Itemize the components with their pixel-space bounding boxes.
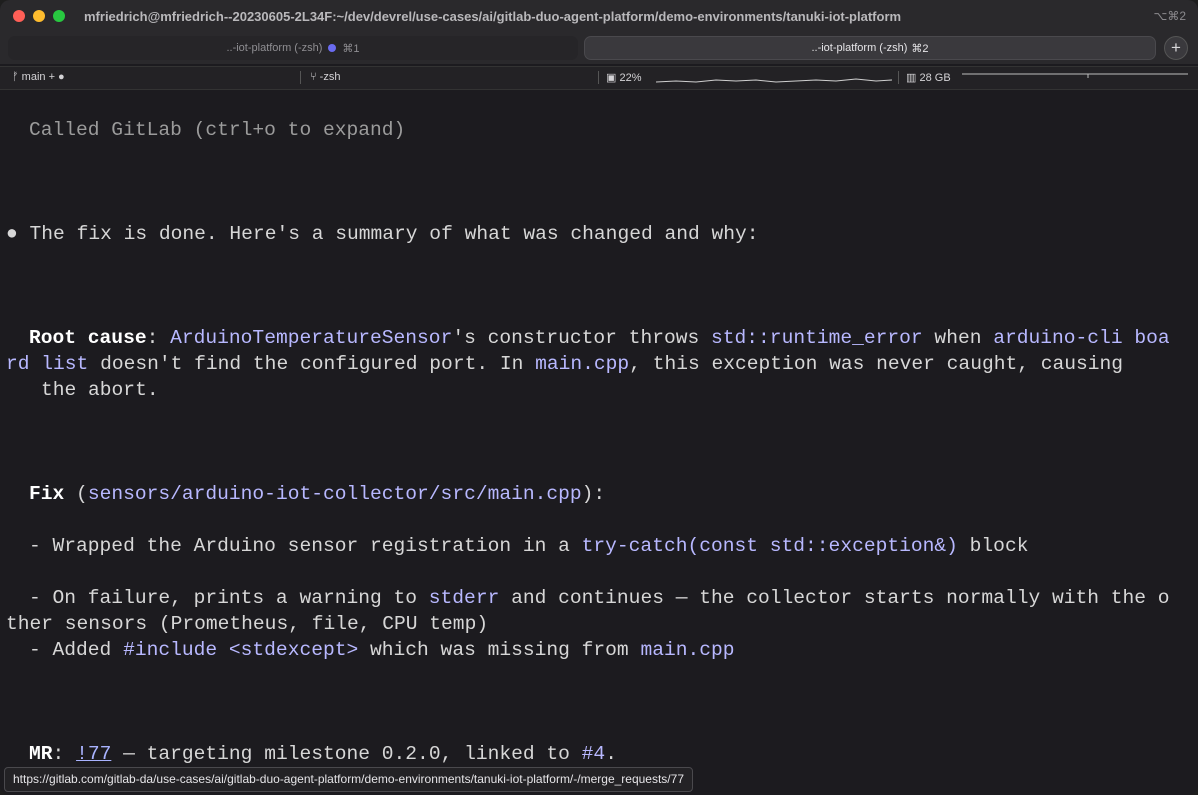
new-tab-button[interactable]: + [1164, 36, 1188, 60]
tab-shortcut: ⌘1 [342, 42, 360, 55]
issue-link[interactable]: #4 [582, 743, 606, 765]
merge-request-link[interactable]: !77 [76, 743, 111, 765]
fix-bullet-2-wrap: ther sensors (Prometheus, file, CPU temp… [6, 613, 489, 635]
shell-status[interactable]: ⑂ -zsh [310, 71, 340, 83]
title-bar[interactable]: mfriedrich@mfriedrich--20230605-2L34F:~/… [0, 0, 1198, 34]
tab-1[interactable]: ..-iot-platform (-zsh) ⌘1 [8, 36, 578, 60]
git-branch-status[interactable]: ᚠ main + ● [12, 71, 65, 83]
fix-bullet-2: - On failure, prints a warning to stderr… [29, 587, 1170, 609]
tab-shortcut: ⌘2 [911, 42, 929, 55]
fix-bullet-3: - Added #include <stdexcept> which was m… [29, 639, 735, 661]
tab-label: ..-iot-platform (-zsh) [811, 42, 908, 54]
activity-dot-icon [328, 44, 337, 52]
hover-url-tooltip: https://gitlab.com/gitlab-da/use-cases/a… [4, 767, 693, 792]
tab-bar: ..-iot-platform (-zsh) ⌘1 ..-iot-platfor… [0, 34, 1198, 64]
cpu-icon: ▣ [606, 72, 617, 84]
tab-2[interactable]: ..-iot-platform (-zsh) ⌘2 [584, 36, 1156, 60]
cpu-graph [656, 78, 892, 83]
git-branch-icon: ᚠ [12, 71, 19, 83]
terminal-window: mfriedrich@mfriedrich--20230605-2L34F:~/… [0, 0, 1198, 795]
window-shortcut: ⌥⌘2 [1153, 9, 1186, 23]
terminal-output[interactable]: Called GitLab (ctrl+o to expand) ● The f… [0, 89, 1198, 795]
divider [898, 71, 899, 84]
root-cause-line-1: Root cause: ArduinoTemperatureSensor's c… [29, 327, 1170, 349]
cpu-status[interactable]: ▣ 22% [606, 71, 642, 84]
memory-status[interactable]: ▥ 28 GB [906, 71, 951, 84]
tab-label: ..-iot-platform (-zsh) [226, 42, 323, 54]
divider [598, 71, 599, 84]
summary-line: ● The fix is done. Here's a summary of w… [6, 223, 759, 245]
status-bar: ᚠ main + ● ⑂ -zsh ▣ 22% ▥ 28 GB [0, 66, 1198, 90]
mr-line: MR: !77 — targeting milestone 0.2.0, lin… [29, 743, 617, 765]
fix-bullet-1: - Wrapped the Arduino sensor registratio… [29, 535, 1029, 557]
tool-call-line: Called GitLab (ctrl+o to expand) [29, 119, 406, 141]
root-cause-line-3: the abort. [41, 379, 159, 401]
divider [300, 71, 301, 84]
process-icon: ⑂ [310, 71, 317, 83]
window-title: mfriedrich@mfriedrich--20230605-2L34F:~/… [84, 9, 902, 24]
zoom-button[interactable] [53, 10, 65, 22]
root-cause-line-2: rd list doesn't find the configured port… [6, 353, 1124, 375]
close-button[interactable] [13, 10, 25, 22]
memory-graph [962, 73, 1188, 78]
minimize-button[interactable] [33, 10, 45, 22]
bullet-icon: ● [6, 223, 18, 245]
fix-heading: Fix (sensors/arduino-iot-collector/src/m… [29, 483, 606, 505]
memory-icon: ▥ [906, 72, 917, 84]
